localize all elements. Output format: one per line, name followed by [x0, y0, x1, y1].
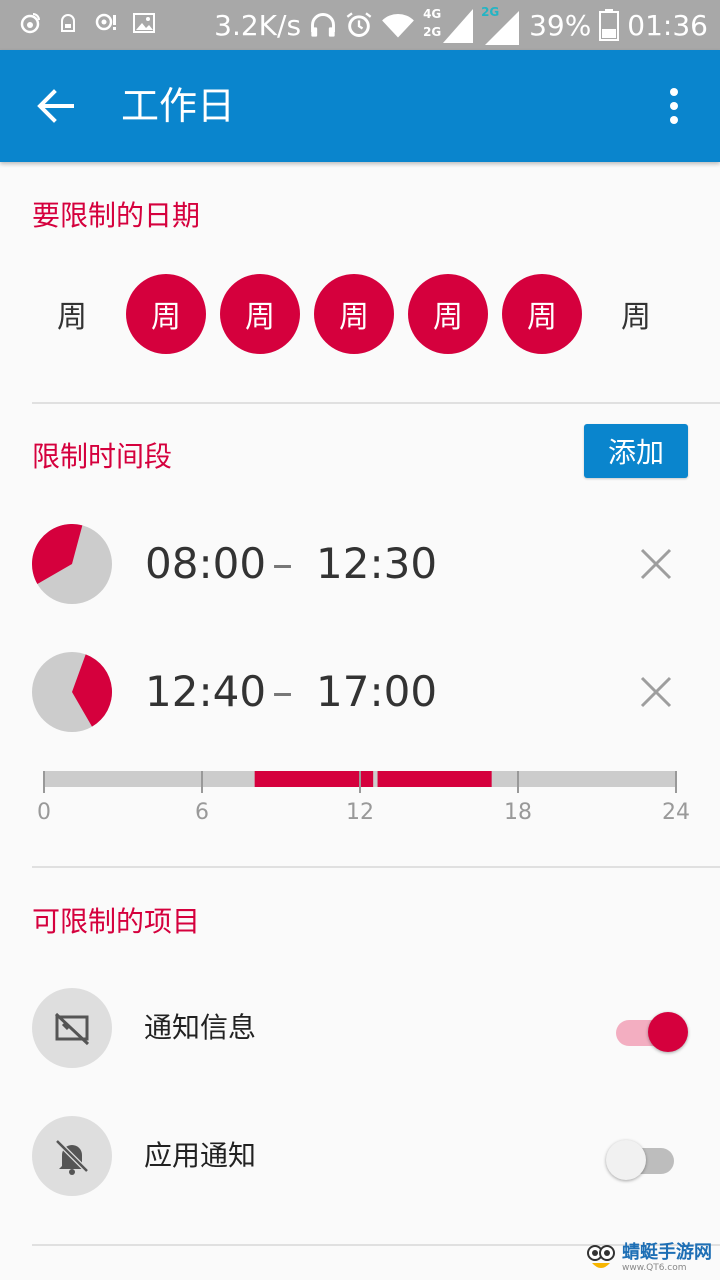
network-type: 4G 2G	[423, 5, 474, 45]
period-separator: –	[272, 667, 293, 716]
signal-2-icon	[485, 11, 520, 45]
timeline-tick	[359, 771, 361, 793]
notification-info-off-icon	[32, 988, 112, 1068]
list-item-notification-info[interactable]: 通知信息	[0, 988, 720, 1068]
timeline-tick-label: 24	[662, 800, 690, 825]
battery-icon	[599, 9, 620, 41]
vpn-icon	[95, 13, 116, 31]
day-toggle-5[interactable]: 周	[502, 274, 582, 354]
timeline-tick-label: 0	[37, 800, 51, 825]
period-end-time[interactable]: 17:00	[316, 642, 437, 742]
watermark: 蜻蜓手游网 www.QT6.com	[584, 1240, 712, 1276]
timeline-tick	[675, 771, 677, 793]
arrow-left-icon[interactable]	[30, 80, 82, 132]
timeline-tick	[517, 771, 519, 793]
toggle-thumb	[606, 1140, 646, 1180]
notification-robot-icon	[61, 14, 75, 32]
network-4g-label: 4G	[423, 7, 442, 21]
close-icon[interactable]	[638, 546, 674, 582]
dragonfly-logo-icon	[587, 1245, 615, 1268]
period-start-time[interactable]: 08:00	[145, 514, 266, 614]
day-toggle-4[interactable]: 周	[408, 274, 488, 354]
timeline-tick-label: 6	[195, 800, 209, 825]
day-toggle-3[interactable]: 周	[314, 274, 394, 354]
period-clock-pie	[32, 524, 112, 604]
app-bar: 工作日	[0, 50, 720, 162]
alarm-icon	[346, 12, 372, 37]
days-section-title: 要限制的日期	[32, 199, 201, 232]
timeline-bar: 0 6 12 18 24	[37, 771, 690, 825]
timeline-tick-label: 18	[504, 800, 532, 825]
watermark-text: 蜻蜓手游网	[622, 1242, 712, 1263]
headphones-icon	[311, 13, 336, 37]
toggle-switch[interactable]	[606, 1136, 680, 1180]
timeline-tick	[201, 771, 203, 793]
period-start-time[interactable]: 12:40	[145, 642, 266, 742]
divider	[32, 402, 720, 404]
wifi-icon	[382, 13, 414, 38]
more-vert-icon[interactable]	[654, 86, 694, 126]
weibo-icon	[20, 13, 40, 34]
period-separator: –	[272, 539, 293, 588]
clock: 01:36	[627, 8, 708, 42]
period-end-time[interactable]: 12:30	[316, 514, 437, 614]
battery-percent: 39%	[529, 8, 592, 42]
watermark-url: www.QT6.com	[622, 1263, 687, 1273]
toggle-thumb	[648, 1012, 688, 1052]
status-bar: 3.2K/s 4G 2G 2G 39% 01:36	[0, 0, 720, 50]
signal-2g: 2G	[481, 5, 521, 45]
bell-off-icon	[32, 1116, 112, 1196]
list-item-app-notification[interactable]: 应用通知	[0, 1116, 720, 1196]
period-row: 12:40 – 17:00	[0, 642, 720, 742]
items-section-title: 可限制的项目	[32, 905, 201, 938]
period-clock-pie	[32, 652, 112, 732]
day-toggle-0[interactable]: 周	[32, 274, 112, 354]
signal-icon	[443, 9, 474, 43]
network-speed: 3.2K/s	[214, 8, 302, 42]
timeline-segment	[377, 771, 492, 787]
day-toggle-2[interactable]: 周	[220, 274, 300, 354]
toggle-switch[interactable]	[614, 1008, 688, 1052]
timeline-tick	[43, 771, 45, 793]
network-2g-label: 2G	[423, 25, 442, 39]
page-title: 工作日	[121, 84, 236, 128]
period-row: 08:00 – 12:30	[0, 514, 720, 614]
periods-section-title: 限制时间段	[32, 440, 173, 473]
item-label: 应用通知	[144, 1139, 257, 1172]
divider	[32, 866, 720, 868]
timeline-segment	[254, 771, 374, 787]
add-period-button[interactable]: 添加	[584, 424, 688, 478]
timeline-tick-label: 12	[346, 800, 374, 825]
day-toggle-1[interactable]: 周	[126, 274, 206, 354]
day-toggle-6[interactable]: 周	[596, 274, 676, 354]
image-icon	[133, 13, 155, 33]
close-icon[interactable]	[638, 674, 674, 710]
item-label: 通知信息	[144, 1011, 257, 1044]
